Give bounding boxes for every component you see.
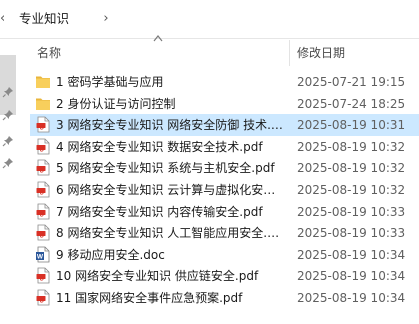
pdf-icon (35, 138, 51, 155)
file-row[interactable]: 10 网络安全专业知识 供应链安全.pdf 2025-08-19 10:34 (30, 265, 419, 287)
file-name: 3 网络安全专业知识 网络安全防御 技术.pdf (56, 118, 284, 133)
address-bar: ‹ 专业知识 › (0, 0, 419, 39)
column-header-modified[interactable]: 修改日期 (297, 44, 345, 61)
pin-icon[interactable] (2, 109, 14, 121)
file-row[interactable]: 4 网络安全专业知识 数据安全技术.pdf 2025-08-19 10:32 (30, 136, 419, 158)
file-modified-date: 2025-08-19 10:33 (297, 226, 406, 241)
svg-text:W: W (37, 253, 44, 260)
file-modified-date: 2025-08-19 10:34 (297, 290, 406, 305)
file-modified-date: 2025-08-19 10:34 (297, 247, 406, 262)
folder-icon (35, 95, 51, 112)
chevron-right-icon[interactable]: › (99, 9, 113, 29)
file-modified-date: 2025-08-19 10:32 (297, 139, 406, 154)
navigation-pane (0, 39, 16, 324)
file-row[interactable]: W 9 移动应用安全.doc 2025-08-19 10:34 (30, 244, 419, 266)
file-name: 6 网络安全专业知识 云计算与虚拟化安全.pdf (56, 182, 284, 197)
file-name: 2 身份认证与访问控制 (56, 96, 176, 111)
file-name: 7 网络安全专业知识 内容传输安全.pdf (56, 204, 263, 219)
pdf-icon (35, 289, 51, 306)
file-name: 10 网络安全专业知识 供应链安全.pdf (56, 269, 259, 284)
pdf-icon (35, 181, 51, 198)
file-modified-date: 2025-08-19 10:31 (297, 118, 406, 133)
file-row[interactable]: 11 国家网络安全事件应急预案.pdf 2025-08-19 10:34 (30, 287, 419, 309)
file-row[interactable]: 6 网络安全专业知识 云计算与虚拟化安全.pdf 2025-08-19 10:32 (30, 179, 419, 201)
file-name: 4 网络安全专业知识 数据安全技术.pdf (56, 139, 263, 154)
pdf-icon (35, 159, 51, 176)
file-modified-date: 2025-08-19 10:32 (297, 161, 406, 176)
file-name: 5 网络安全专业知识 系统与主机安全.pdf (56, 161, 275, 176)
column-header-row (16, 39, 419, 67)
file-name: 11 国家网络安全事件应急预案.pdf (56, 290, 243, 305)
file-name: 8 网络安全专业知识 人工智能应用安全.pdf (56, 226, 284, 241)
pdf-icon (35, 267, 51, 284)
column-divider[interactable] (289, 40, 290, 66)
file-name: 9 移动应用安全.doc (56, 247, 165, 262)
column-header-name[interactable]: 名称 (37, 44, 61, 61)
file-row[interactable]: 2 身份认证与访问控制 2025-07-24 18:25 (30, 93, 419, 115)
file-modified-date: 2025-08-19 10:33 (297, 204, 406, 219)
file-row[interactable]: 3 网络安全专业知识 网络安全防御 技术.pdf 2025-08-19 10:31 (30, 114, 419, 136)
pdf-icon (35, 116, 51, 133)
nav-scrollbar[interactable] (0, 55, 16, 115)
breadcrumb-item[interactable]: 专业知识 (19, 10, 69, 28)
file-modified-date: 2025-07-24 18:25 (297, 96, 406, 111)
chevron-left-icon[interactable]: ‹ (0, 9, 14, 29)
file-modified-date: 2025-07-21 19:15 (297, 75, 406, 89)
file-row[interactable]: 5 网络安全专业知识 系统与主机安全.pdf 2025-08-19 10:32 (30, 157, 419, 179)
file-list: 1 密码学基础与应用 2025-07-21 19:15 2 身份认证与访问控制 202… (30, 71, 419, 309)
pdf-icon (35, 203, 51, 220)
file-modified-date: 2025-08-19 10:34 (297, 269, 406, 284)
pdf-icon (35, 224, 51, 241)
file-row[interactable]: 8 网络安全专业知识 人工智能应用安全.pdf 2025-08-19 10:33 (30, 222, 419, 244)
file-row[interactable]: 7 网络安全专业知识 内容传输安全.pdf 2025-08-19 10:33 (30, 201, 419, 223)
file-name: 1 密码学基础与应用 (56, 75, 164, 89)
file-row[interactable]: 1 密码学基础与应用 2025-07-21 19:15 (30, 71, 419, 93)
pin-icon[interactable] (2, 86, 14, 98)
folder-icon (35, 73, 51, 90)
sort-ascending-icon[interactable] (153, 34, 163, 42)
word-doc-icon: W (35, 246, 51, 263)
pin-icon[interactable] (2, 135, 14, 147)
pin-icon[interactable] (2, 157, 14, 169)
file-modified-date: 2025-08-19 10:32 (297, 182, 406, 197)
